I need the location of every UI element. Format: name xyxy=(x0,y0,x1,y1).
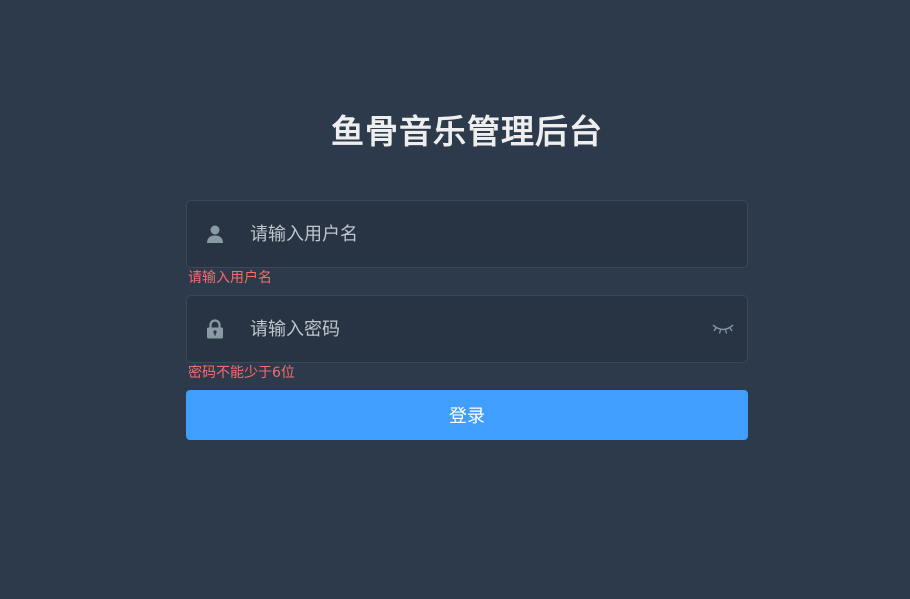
username-field[interactable] xyxy=(186,200,748,268)
user-icon xyxy=(203,224,227,244)
username-input[interactable] xyxy=(250,201,690,267)
password-error: 密码不能少于6位 xyxy=(188,365,295,381)
page-title: 鱼骨音乐管理后台 xyxy=(331,112,603,151)
login-button[interactable]: 登录 xyxy=(186,390,748,440)
password-input[interactable] xyxy=(250,296,690,362)
password-field[interactable] xyxy=(186,295,748,363)
lock-icon xyxy=(203,319,227,339)
username-error: 请输入用户名 xyxy=(188,270,272,286)
eye-closed-icon[interactable] xyxy=(711,320,735,338)
